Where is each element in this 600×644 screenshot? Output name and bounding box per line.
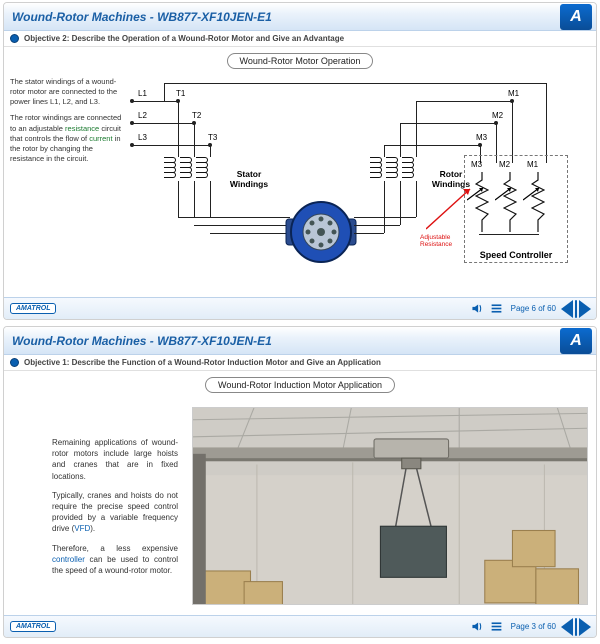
label-M1: M1 [508, 89, 519, 98]
brand-badge: AMATROL [10, 303, 56, 314]
brand-badge: AMATROL [10, 621, 56, 632]
label-L3: L3 [138, 133, 147, 142]
objective-text: Objective 1: Describe the Function of a … [24, 358, 590, 367]
paragraph-2: Typically, cranes and hoists do not requ… [52, 490, 178, 535]
resistor-icon [531, 172, 545, 232]
label-T3: T3 [208, 133, 217, 142]
link-controller[interactable]: controller [52, 555, 85, 564]
course-title: Wound-Rotor Machines - WB877-XF10JEN-E1 [12, 10, 560, 24]
prev-button[interactable] [561, 618, 573, 636]
objective-bar: Objective 2: Describe the Operation of a… [4, 31, 596, 47]
label-M2b: M2 [499, 160, 510, 169]
audio-icon[interactable] [470, 302, 484, 316]
motor-icon [284, 195, 358, 269]
link-vfd[interactable]: VFD [74, 524, 90, 533]
title-bar: Wound-Rotor Machines - WB877-XF10JEN-E1 … [4, 3, 596, 31]
resistor-icon [503, 172, 517, 232]
paragraph-1: The stator windings of a wound-rotor mot… [10, 77, 124, 107]
wiper-arrow-icon [495, 186, 515, 202]
nav-separator [575, 300, 577, 318]
content-area: Wound-Rotor Motor Operation The stator w… [4, 47, 596, 297]
paragraph-1: Remaining applications of wound-rotor mo… [52, 437, 178, 482]
objective-bar: Objective 1: Describe the Function of a … [4, 355, 596, 371]
brand-logo: A [560, 4, 592, 30]
label-T1: T1 [176, 89, 185, 98]
explanation-text: The stator windings of a wound-rotor mot… [10, 77, 130, 287]
keyword-current: current [89, 134, 112, 143]
resistor-icon [475, 172, 489, 232]
slide-1: Wound-Rotor Machines - WB877-XF10JEN-E1 … [3, 2, 597, 320]
slide-2: Wound-Rotor Machines - WB877-XF10JEN-E1 … [3, 326, 597, 638]
diagram-title: Wound-Rotor Motor Operation [227, 53, 374, 69]
next-button[interactable] [579, 300, 591, 318]
wiper-arrow-icon [523, 186, 543, 202]
speed-controller-box: M3 M2 M1 Speed Controller [464, 155, 568, 263]
paragraph-2: The rotor windings are connected to an a… [10, 113, 124, 164]
footer-bar: AMATROL Page 3 of 60 [4, 615, 596, 637]
illustration-crane [192, 407, 588, 605]
page-indicator: Page 6 of 60 [511, 304, 556, 313]
label-adjustable-resistance: Adjustable Resistance [420, 235, 460, 248]
objective-text: Objective 2: Describe the Operation of a… [24, 34, 590, 43]
paragraph-3: Therefore, a less expensive controller c… [52, 543, 178, 577]
prev-button[interactable] [561, 300, 573, 318]
bullet-icon [10, 358, 19, 367]
label-stator-windings: Stator Windings [218, 169, 280, 189]
schematic-diagram: L1 L2 L3 T1 T2 T3 [130, 77, 590, 287]
label-M2: M2 [492, 111, 503, 120]
brand-logo: A [560, 328, 592, 354]
label-L2: L2 [138, 111, 147, 120]
menu-icon[interactable] [490, 302, 504, 316]
label-T2: T2 [192, 111, 201, 120]
title-bar: Wound-Rotor Machines - WB877-XF10JEN-E1 … [4, 327, 596, 355]
keyword-resistance: resistance [65, 124, 99, 133]
diagram-title: Wound-Rotor Induction Motor Application [205, 377, 395, 393]
label-L1: L1 [138, 89, 147, 98]
bullet-icon [10, 34, 19, 43]
course-title: Wound-Rotor Machines - WB877-XF10JEN-E1 [12, 334, 560, 348]
footer-bar: AMATROL Page 6 of 60 [4, 297, 596, 319]
page-indicator: Page 3 of 60 [511, 622, 556, 631]
explanation-text: Remaining applications of wound-rotor mo… [12, 405, 192, 605]
label-M3: M3 [476, 133, 487, 142]
label-speed-controller: Speed Controller [465, 250, 567, 260]
menu-icon[interactable] [490, 620, 504, 634]
callout-arrow-icon [426, 183, 476, 233]
label-M3b: M3 [471, 160, 482, 169]
next-button[interactable] [579, 618, 591, 636]
audio-icon[interactable] [470, 620, 484, 634]
label-M1b: M1 [527, 160, 538, 169]
nav-separator [575, 618, 577, 636]
content-area: Wound-Rotor Induction Motor Application … [4, 371, 596, 615]
